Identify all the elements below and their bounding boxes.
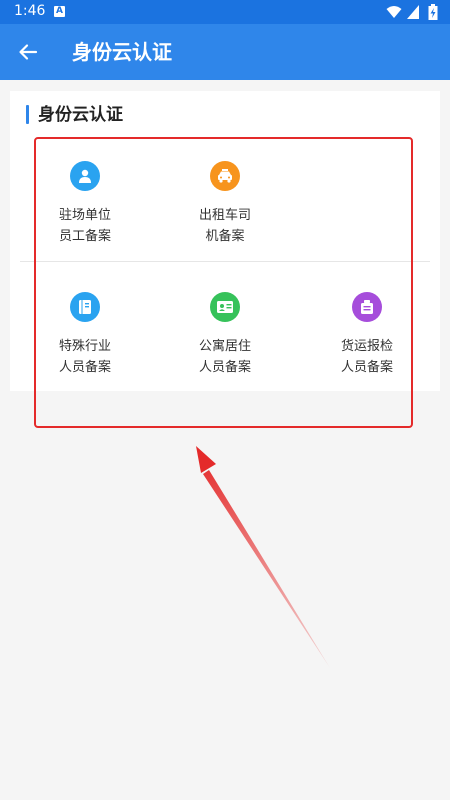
annotation-arrow (196, 446, 330, 668)
